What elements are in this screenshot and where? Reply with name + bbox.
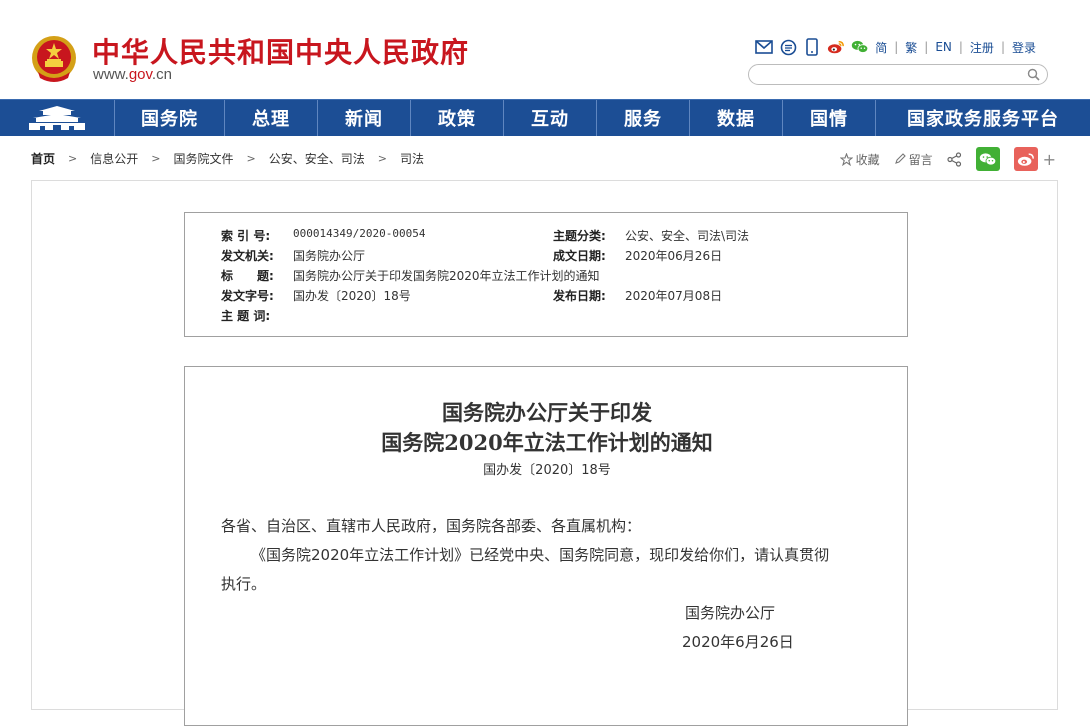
nav-item-premier[interactable]: 总理 bbox=[225, 100, 318, 136]
doc-signer: 国务院办公厅 bbox=[685, 604, 776, 622]
nav-item-state-council[interactable]: 国务院 bbox=[115, 100, 225, 136]
meta-topic: 主题分类: 公安、安全、司法\司法 bbox=[553, 227, 749, 244]
nav-item-interaction[interactable]: 互动 bbox=[504, 100, 597, 136]
doc-title-line2: 国务院2020年立法工作计划的通知 bbox=[381, 430, 713, 455]
link-separator: | bbox=[924, 40, 929, 54]
share-wechat-button[interactable] bbox=[975, 147, 1000, 171]
site-header: 中华人民共和国中央人民政府 www.gov.cn 简 | 繁 | EN | 注册… bbox=[0, 0, 1090, 99]
meta-topic-value: 公安、安全、司法\司法 bbox=[625, 229, 750, 243]
meta-index-label: 索 引 号: bbox=[221, 229, 271, 243]
favorite-label: 收藏 bbox=[855, 152, 880, 167]
link-english[interactable]: EN bbox=[935, 40, 952, 54]
star-icon bbox=[839, 152, 853, 166]
share-icon bbox=[946, 151, 961, 167]
national-emblem-icon[interactable] bbox=[30, 34, 78, 84]
mail-icon[interactable] bbox=[755, 38, 773, 56]
meta-docno: 发文字号: 国办发〔2020〕18号 bbox=[221, 287, 411, 304]
site-url-prefix: www. bbox=[93, 66, 129, 83]
breadcrumb-public-security[interactable]: 公安、安全、司法 bbox=[269, 150, 365, 167]
meta-published-value: 2020年07月08日 bbox=[625, 289, 723, 303]
chat-icon[interactable] bbox=[779, 38, 797, 56]
meta-issuer-label: 发文机关: bbox=[221, 249, 274, 263]
meta-published-label: 发布日期: bbox=[553, 289, 606, 303]
site-url-brand: gov bbox=[128, 66, 152, 83]
comment-button[interactable]: 留言 bbox=[894, 151, 933, 168]
page-actions: 收藏 留言 + bbox=[826, 147, 1056, 171]
favorite-button[interactable]: 收藏 bbox=[839, 151, 880, 168]
more-share-icon[interactable]: + bbox=[1043, 150, 1056, 169]
main-nav: 国务院 总理 新闻 政策 互动 服务 数据 国情 国家政务服务平台 bbox=[0, 99, 1090, 136]
link-register[interactable]: 注册 bbox=[970, 39, 994, 56]
document-body: 国务院办公厅关于印发 国务院2020年立法工作计划的通知 国办发〔2020〕18… bbox=[184, 366, 908, 726]
doc-title-line1: 国务院办公厅关于印发 bbox=[442, 400, 652, 425]
content-area: 索 引 号: 000014349/2020-00054 主题分类: 公安、安全、… bbox=[31, 180, 1058, 726]
meta-created: 成文日期: 2020年06月26日 bbox=[553, 247, 722, 264]
doc-paragraph-line2: 执行。 bbox=[221, 575, 267, 593]
link-separator: | bbox=[958, 40, 963, 54]
share-button[interactable] bbox=[946, 151, 962, 167]
top-links: 简 | 繁 | EN | 注册 | 登录 bbox=[755, 38, 1036, 56]
wechat-icon[interactable] bbox=[851, 38, 869, 56]
doc-salutation: 各省、自治区、直辖市人民政府，国务院各部委、各直属机构： bbox=[221, 517, 642, 535]
site-url-suffix: .cn bbox=[151, 66, 172, 83]
breadcrumb-bar: 首页 > 信息公开 > 国务院文件 > 公安、安全、司法 > 司法 收藏 留言 … bbox=[0, 137, 1090, 180]
nav-item-news[interactable]: 新闻 bbox=[318, 100, 411, 136]
weibo-icon[interactable] bbox=[827, 38, 845, 56]
search-icon[interactable] bbox=[1027, 68, 1040, 81]
meta-docno-value: 国办发〔2020〕18号 bbox=[293, 289, 411, 303]
breadcrumb-judicial[interactable]: 司法 bbox=[400, 150, 424, 167]
link-separator: | bbox=[1000, 40, 1005, 54]
link-login[interactable]: 登录 bbox=[1012, 39, 1036, 56]
document-metadata: 索 引 号: 000014349/2020-00054 主题分类: 公安、安全、… bbox=[184, 212, 908, 337]
meta-topic-label: 主题分类: bbox=[553, 229, 606, 243]
nav-item-gov-service-platform[interactable]: 国家政务服务平台 bbox=[876, 100, 1090, 136]
link-separator: | bbox=[894, 40, 899, 54]
link-traditional[interactable]: 繁 bbox=[905, 39, 917, 56]
breadcrumb-state-council-docs[interactable]: 国务院文件 bbox=[173, 150, 233, 167]
meta-title: 标 题: 国务院办公厅关于印发国务院2020年立法工作计划的通知 bbox=[221, 267, 600, 284]
site-title[interactable]: 中华人民共和国中央人民政府 bbox=[92, 31, 469, 71]
meta-title-value: 国务院办公厅关于印发国务院2020年立法工作计划的通知 bbox=[293, 269, 600, 283]
breadcrumb-info-disclosure[interactable]: 信息公开 bbox=[90, 150, 138, 167]
share-weibo-button[interactable] bbox=[1013, 147, 1038, 171]
meta-title-label: 标 题: bbox=[221, 269, 274, 283]
chevron-right-icon: > bbox=[377, 152, 387, 165]
meta-issuer-value: 国务院办公厅 bbox=[293, 249, 366, 263]
site-url[interactable]: www.gov.cn bbox=[93, 66, 172, 83]
meta-published: 发布日期: 2020年07月08日 bbox=[553, 287, 722, 304]
nav-item-services[interactable]: 服务 bbox=[597, 100, 690, 136]
chevron-right-icon: > bbox=[246, 152, 256, 165]
doc-date: 2020年6月26日 bbox=[682, 633, 794, 651]
breadcrumb-home[interactable]: 首页 bbox=[31, 150, 55, 167]
link-simplified[interactable]: 简 bbox=[875, 39, 887, 56]
meta-keywords: 主 题 词: bbox=[221, 307, 293, 324]
breadcrumb: 首页 > 信息公开 > 国务院文件 > 公安、安全、司法 > 司法 bbox=[31, 150, 424, 167]
nav-item-data[interactable]: 数据 bbox=[690, 100, 783, 136]
doc-paragraph-line1: 《国务院2020年立法工作计划》已经党中央、国务院同意，现印发给你们，请认真贯彻 bbox=[251, 546, 830, 564]
meta-keywords-label: 主 题 词: bbox=[221, 309, 271, 323]
meta-docno-label: 发文字号: bbox=[221, 289, 274, 303]
meta-created-label: 成文日期: bbox=[553, 249, 606, 263]
nav-item-national-info[interactable]: 国情 bbox=[783, 100, 876, 136]
pencil-icon bbox=[894, 153, 906, 164]
meta-created-value: 2020年06月26日 bbox=[625, 249, 723, 263]
doc-number: 国办发〔2020〕18号 bbox=[483, 463, 611, 478]
meta-index-value: 000014349/2020-00054 bbox=[293, 227, 426, 240]
weibo-icon bbox=[1017, 152, 1034, 166]
meta-issuer: 发文机关: 国务院办公厅 bbox=[221, 247, 365, 264]
meta-index: 索 引 号: 000014349/2020-00054 bbox=[221, 227, 425, 244]
chevron-right-icon: > bbox=[151, 152, 161, 165]
search-input[interactable] bbox=[759, 66, 1029, 86]
tiananmen-icon[interactable] bbox=[0, 100, 115, 136]
comment-label: 留言 bbox=[908, 152, 933, 167]
search-box bbox=[748, 64, 1048, 86]
wechat-icon bbox=[979, 152, 996, 165]
chevron-right-icon: > bbox=[68, 152, 78, 165]
nav-item-policy[interactable]: 政策 bbox=[411, 100, 504, 136]
mobile-icon[interactable] bbox=[803, 38, 821, 56]
